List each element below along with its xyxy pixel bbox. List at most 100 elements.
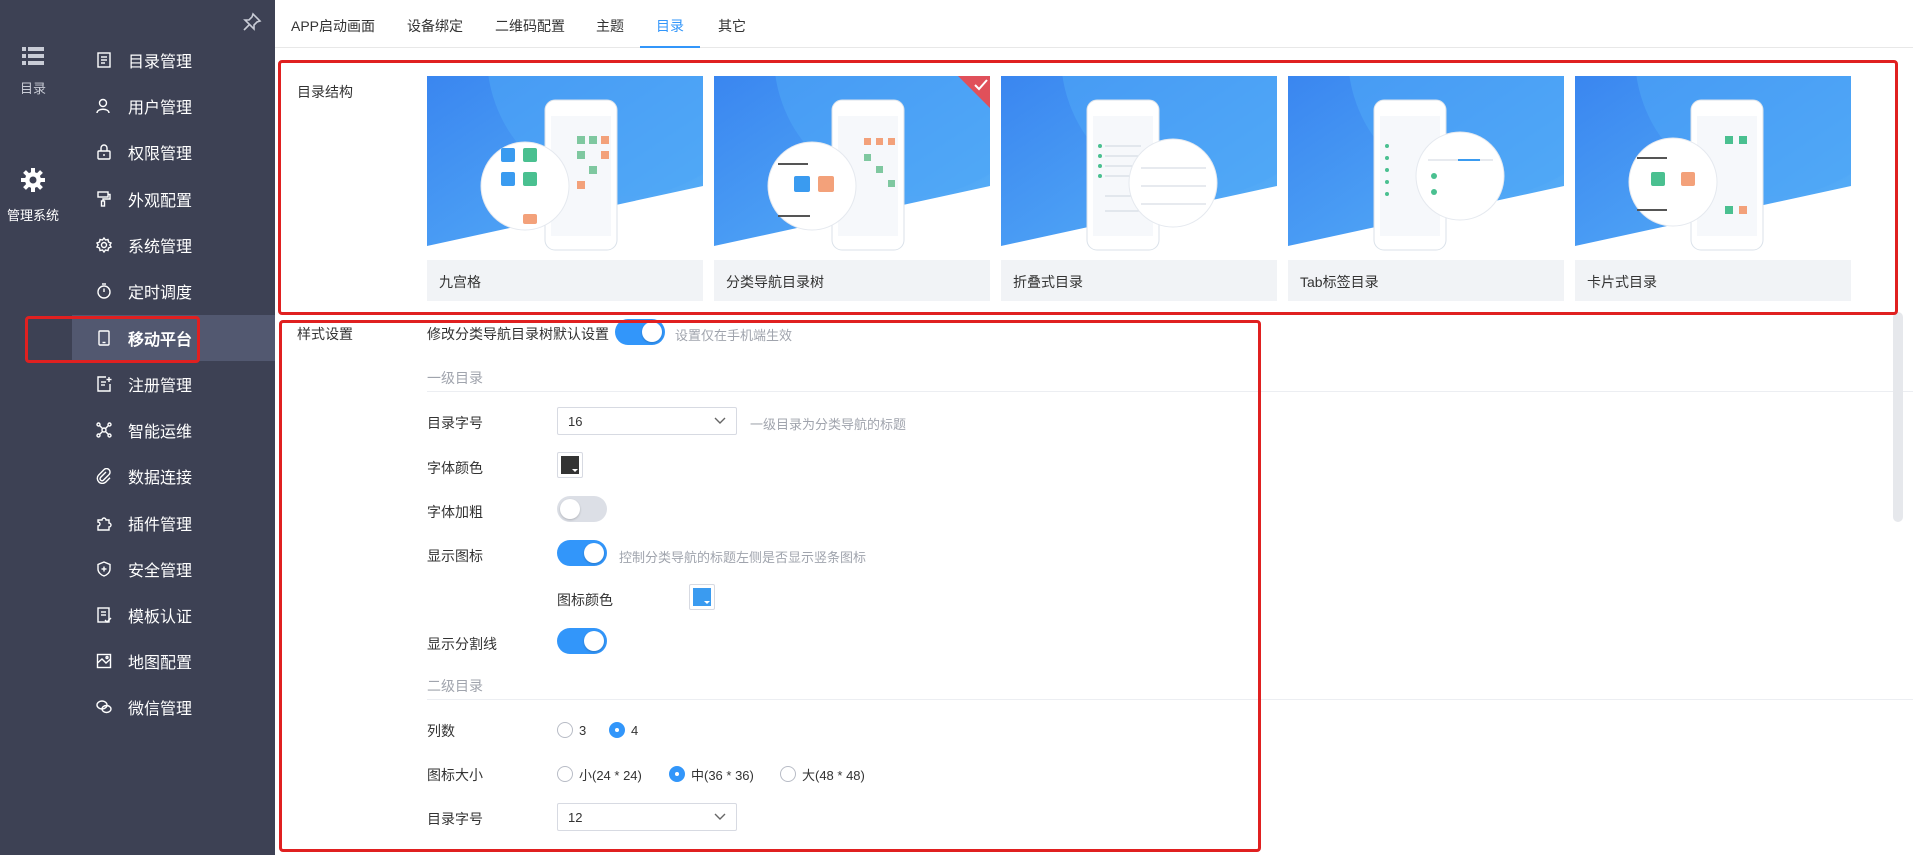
- columns-option-3[interactable]: 3: [557, 721, 586, 739]
- chevron-down-icon: [714, 813, 726, 820]
- preview-image: [714, 76, 990, 260]
- template-icon: [95, 606, 113, 624]
- wechat-icon: [95, 698, 113, 716]
- rail-item-label: 管理系统: [6, 208, 59, 223]
- card-name: 卡片式目录: [1587, 274, 1657, 290]
- select-value: 16: [568, 414, 583, 429]
- sidebar-item-permissions[interactable]: 权限管理: [72, 129, 275, 175]
- style-settings-label: 样式设置: [297, 326, 353, 342]
- font-color-swatch[interactable]: [557, 452, 583, 478]
- font-color-label: 字体颜色: [427, 460, 483, 476]
- show-icon-toggle[interactable]: [557, 540, 607, 566]
- scrollbar[interactable]: [1893, 312, 1903, 522]
- icon-size-option-large[interactable]: 大(48 * 48): [780, 765, 865, 783]
- icon-color-label: 图标颜色: [557, 592, 613, 608]
- icon-size-option-small[interactable]: 小(24 * 24): [557, 765, 642, 783]
- check-icon: [974, 79, 988, 91]
- radio-dot: [780, 766, 796, 782]
- sidebar-item-label: 系统管理: [128, 239, 193, 256]
- card-name: 折叠式目录: [1013, 274, 1083, 290]
- level2-font-size-select[interactable]: 12: [557, 803, 737, 831]
- sidebar-item-security[interactable]: 安全管理: [72, 546, 275, 592]
- sidebar-item-mobile[interactable]: 移动平台: [72, 315, 275, 361]
- settings-icon: [95, 236, 113, 254]
- level2-font-size-label: 目录字号: [427, 811, 483, 827]
- sidebar-item-label: 用户管理: [128, 100, 193, 117]
- sidebar-item-label: 地图配置: [128, 655, 193, 672]
- icon-color-fill: [693, 588, 711, 606]
- sidebar-item-label: 定时调度: [128, 285, 193, 302]
- catalog-card-accordion[interactable]: 折叠式目录: [1001, 76, 1277, 301]
- columns-option-4[interactable]: 4: [609, 721, 638, 739]
- show-divider-label: 显示分割线: [427, 636, 497, 652]
- sidebar-item-data-connection[interactable]: 数据连接: [72, 453, 275, 499]
- catalog-card-category-tree[interactable]: 分类导航目录树: [714, 76, 990, 301]
- timer-icon: [95, 282, 113, 300]
- bold-toggle[interactable]: [557, 496, 607, 522]
- catalog-card-tab[interactable]: Tab标签目录: [1288, 76, 1564, 301]
- tab-qrcode[interactable]: 二维码配置: [495, 0, 565, 48]
- preview-image: [427, 76, 703, 260]
- catalog-structure-label: 目录结构: [297, 84, 353, 100]
- sidebar-item-users[interactable]: 用户管理: [72, 83, 275, 129]
- radio-label: 大(48 * 48): [802, 767, 865, 783]
- brush-icon: [95, 190, 113, 208]
- preview-image: [1001, 76, 1277, 260]
- sidebar-item-label: 数据连接: [128, 470, 193, 487]
- icon-color-swatch[interactable]: [689, 584, 715, 610]
- sidebar-item-label: 移动平台: [128, 332, 193, 349]
- rail-item-system[interactable]: 管理系统: [0, 167, 66, 224]
- tab-catalog[interactable]: 目录: [640, 0, 700, 48]
- catalog-card-grid[interactable]: 九宫格: [427, 76, 703, 301]
- radio-dot: [669, 766, 685, 782]
- catalog-card-cards[interactable]: 卡片式目录: [1575, 76, 1851, 301]
- sidebar-item-map[interactable]: 地图配置: [72, 638, 275, 684]
- radio-label: 小(24 * 24): [579, 767, 642, 783]
- tab-device-binding[interactable]: 设备绑定: [407, 0, 463, 48]
- radio-label: 中(36 * 36): [691, 767, 754, 783]
- sidebar-item-ops[interactable]: 智能运维: [72, 407, 275, 453]
- radio-dot: [557, 722, 573, 738]
- sidebar-item-scheduler[interactable]: 定时调度: [72, 268, 275, 314]
- shield-icon: [95, 560, 113, 578]
- preview-image: [1575, 76, 1851, 260]
- card-name: 九宫格: [439, 274, 481, 290]
- show-icon-hint: 控制分类导航的标题左侧是否显示竖条图标: [619, 550, 867, 565]
- sidebar-item-plugins[interactable]: 插件管理: [72, 500, 275, 546]
- sidebar-item-template-auth[interactable]: 模板认证: [72, 592, 275, 638]
- radio-label: 4: [631, 722, 639, 738]
- user-icon: [95, 97, 113, 115]
- modify-default-toggle[interactable]: [615, 319, 665, 345]
- level1-title: 一级目录: [427, 370, 483, 386]
- sidebar-item-label: 安全管理: [128, 563, 193, 580]
- tab-theme[interactable]: 主题: [596, 0, 624, 48]
- rail-item-catalog[interactable]: 目录: [0, 46, 66, 97]
- network-icon: [95, 421, 113, 439]
- sidebar-item-label: 插件管理: [128, 517, 193, 534]
- rail-item-label: 目录: [19, 81, 46, 96]
- level1-font-size-hint: 一级目录为分类导航的标题: [750, 417, 907, 432]
- icon-size-option-medium[interactable]: 中(36 * 36): [669, 765, 754, 783]
- preview-image: [1288, 76, 1564, 260]
- tab-other[interactable]: 其它: [718, 0, 746, 48]
- level1-divider: [427, 391, 1913, 392]
- sidebar-item-appearance[interactable]: 外观配置: [72, 176, 275, 222]
- register-icon: [95, 375, 113, 393]
- sidebar-item-wechat[interactable]: 微信管理: [72, 684, 275, 730]
- sidebar-item-label: 注册管理: [128, 378, 193, 395]
- card-name: Tab标签目录: [1300, 274, 1379, 290]
- show-divider-toggle[interactable]: [557, 628, 607, 654]
- tab-app-launch[interactable]: APP启动画面: [291, 0, 375, 48]
- pin-icon[interactable]: [242, 12, 262, 32]
- gear-icon: [21, 168, 45, 192]
- sidebar-item-system[interactable]: 系统管理: [72, 222, 275, 268]
- main-content: APP启动画面 设备绑定 二维码配置 主题 目录 其它 目录结构 九宫格 分类导…: [275, 0, 1913, 855]
- level1-font-size-label: 目录字号: [427, 415, 483, 431]
- chevron-down-icon: [714, 417, 726, 424]
- level1-font-size-select[interactable]: 16: [557, 407, 737, 435]
- sidebar-item-label: 外观配置: [128, 193, 193, 210]
- sidebar-item-register[interactable]: 注册管理: [72, 361, 275, 407]
- radio-dot: [557, 766, 573, 782]
- sidebar-item-catalog[interactable]: 目录管理: [72, 37, 275, 83]
- lock-icon: [95, 143, 113, 161]
